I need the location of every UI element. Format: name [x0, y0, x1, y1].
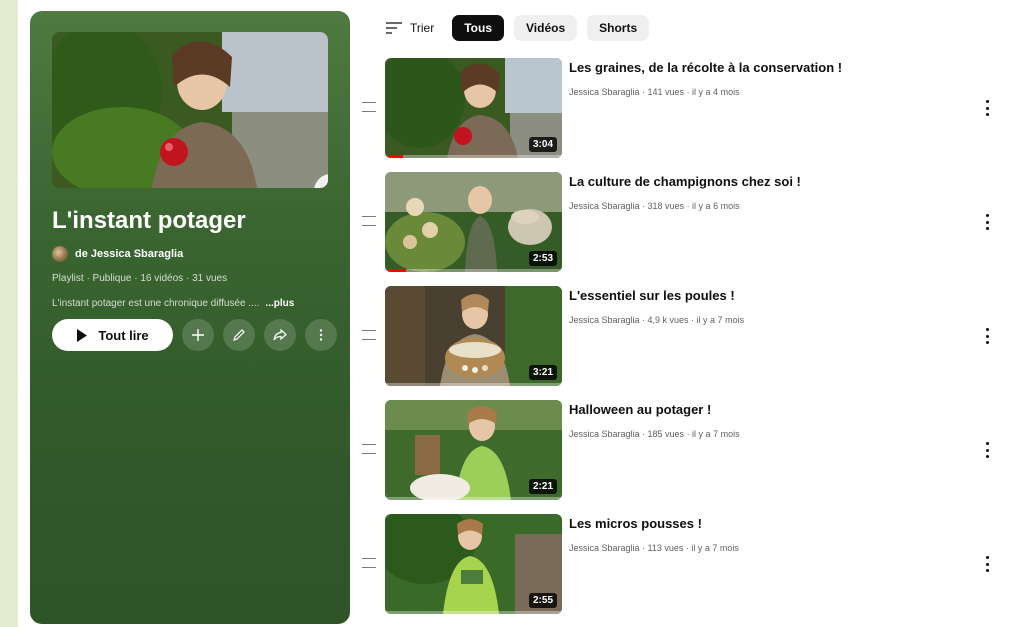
chip-videos[interactable]: Vidéos — [514, 15, 578, 41]
video-title[interactable]: L'essentiel sur les poules ! — [569, 288, 735, 303]
more-options-button[interactable] — [305, 319, 337, 351]
playlist-video-item[interactable]: 3:04 Les graines, de la récolte à la con… — [360, 58, 1000, 158]
watch-progress-bar — [385, 497, 562, 500]
playlist-video-item[interactable]: 2:55 Les micros pousses ! Jessica Sbarag… — [360, 514, 1000, 614]
description-text: L'instant potager est une chronique diff… — [52, 298, 260, 309]
thumbnail-image — [52, 32, 328, 188]
video-thumbnail[interactable]: 3:21 — [385, 286, 562, 386]
drag-handle-icon[interactable] — [362, 102, 376, 112]
video-title[interactable]: Les micros pousses ! — [569, 516, 702, 531]
playlist-video-item[interactable]: 2:21 Halloween au potager ! Jessica Sbar… — [360, 400, 1000, 500]
video-menu-button[interactable] — [980, 100, 994, 116]
pencil-icon — [324, 184, 328, 188]
edit-button[interactable] — [223, 319, 255, 351]
watch-progress-bar — [385, 611, 562, 614]
video-menu-button[interactable] — [980, 556, 994, 572]
watch-progress-bar — [385, 383, 562, 386]
description-more-link[interactable]: ...plus — [265, 298, 294, 309]
playlist-actions: Tout lire — [52, 319, 337, 351]
chip-tous[interactable]: Tous — [452, 15, 504, 41]
video-menu-button[interactable] — [980, 328, 994, 344]
playlist-description: L'instant potager est une chronique diff… — [52, 298, 332, 309]
video-thumbnail[interactable]: 2:21 — [385, 400, 562, 500]
owner-name[interactable]: de Jessica Sbaraglia — [75, 248, 183, 260]
avatar[interactable] — [52, 246, 68, 262]
video-thumbnail[interactable]: 2:55 — [385, 514, 562, 614]
play-icon — [77, 328, 88, 342]
video-meta: Jessica Sbaraglia · 4,9 k vues · il y a … — [569, 315, 745, 325]
video-meta: Jessica Sbaraglia · 141 vues · il y a 4 … — [569, 87, 740, 97]
playlist-owner[interactable]: de Jessica Sbaraglia — [52, 245, 183, 263]
video-thumbnail[interactable]: 3:04 — [385, 58, 562, 158]
plus-icon — [192, 329, 204, 341]
video-duration: 3:04 — [528, 137, 557, 152]
filter-bar: Trier Tous Vidéos Shorts — [386, 15, 650, 41]
share-button[interactable] — [264, 319, 296, 351]
play-all-label: Tout lire — [98, 327, 149, 343]
video-duration: 3:21 — [528, 365, 557, 380]
video-duration: 2:53 — [528, 251, 557, 266]
video-thumbnail[interactable]: 2:53 — [385, 172, 562, 272]
video-menu-button[interactable] — [980, 442, 994, 458]
video-meta: Jessica Sbaraglia · 318 vues · il y a 6 … — [569, 201, 740, 211]
sort-label: Trier — [410, 21, 435, 35]
chip-shorts[interactable]: Shorts — [587, 15, 650, 41]
watch-progress-fill — [385, 155, 403, 158]
video-meta: Jessica Sbaraglia · 113 vues · il y a 7 … — [569, 543, 739, 553]
drag-handle-icon[interactable] — [362, 444, 376, 454]
playlist-thumbnail[interactable] — [52, 32, 328, 188]
playlist-header-panel: L'instant potager de Jessica Sbaraglia P… — [30, 11, 350, 624]
add-button[interactable] — [182, 319, 214, 351]
drag-handle-icon[interactable] — [362, 330, 376, 340]
sort-icon — [386, 22, 402, 34]
share-icon — [273, 328, 287, 341]
drag-handle-icon[interactable] — [362, 216, 376, 226]
playlist-video-item[interactable]: 2:53 La culture de champignons chez soi … — [360, 172, 1000, 272]
drag-handle-icon[interactable] — [362, 558, 376, 568]
playlist-video-item[interactable]: 3:21 L'essentiel sur les poules ! Jessic… — [360, 286, 1000, 386]
play-all-button[interactable]: Tout lire — [52, 319, 173, 351]
video-duration: 2:21 — [528, 479, 557, 494]
video-title[interactable]: Halloween au potager ! — [569, 402, 711, 417]
watch-progress-bar — [385, 155, 562, 158]
video-title[interactable]: La culture de champignons chez soi ! — [569, 174, 801, 189]
video-menu-button[interactable] — [980, 214, 994, 230]
sort-button[interactable]: Trier — [386, 21, 434, 35]
playlist-title: L'instant potager — [52, 207, 246, 234]
watch-progress-fill — [385, 269, 407, 272]
video-title[interactable]: Les graines, de la récolte à la conserva… — [569, 60, 842, 75]
video-meta: Jessica Sbaraglia · 185 vues · il y a 7 … — [569, 429, 740, 439]
watch-progress-bar — [385, 269, 562, 272]
kebab-icon — [319, 329, 323, 341]
pencil-icon — [233, 329, 245, 341]
playlist-meta: Playlist · Publique · 16 vidéos · 31 vue… — [52, 273, 228, 284]
video-duration: 2:55 — [528, 593, 557, 608]
